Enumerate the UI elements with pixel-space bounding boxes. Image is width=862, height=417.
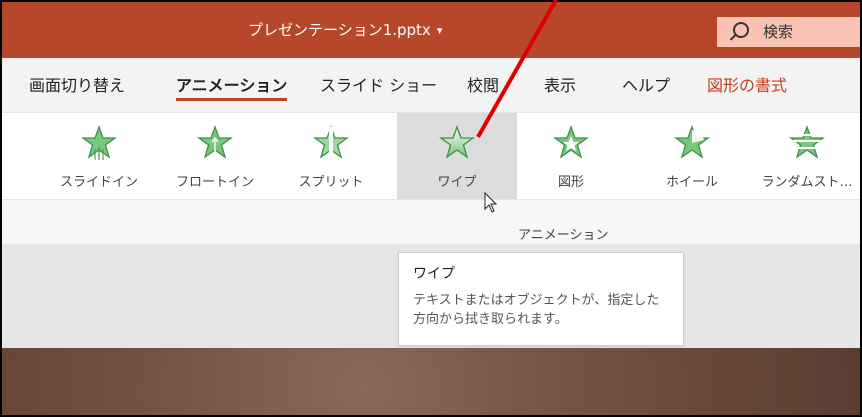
animation-split-label: スプリット bbox=[298, 175, 364, 190]
star-wipe-icon bbox=[439, 125, 475, 161]
animation-wipe[interactable]: ワイプ bbox=[397, 113, 517, 199]
animation-group-label: アニメーション bbox=[518, 228, 609, 243]
animation-wipe-label: ワイプ bbox=[437, 175, 477, 190]
tab-animations-label: アニメーション bbox=[176, 76, 288, 95]
slide-canvas[interactable] bbox=[2, 348, 860, 415]
tooltip-description: テキストまたはオブジェクトが、指定した方向から拭き取られます。 bbox=[413, 293, 660, 327]
document-title[interactable]: プレゼンテーション1.pptx ▾ bbox=[248, 19, 442, 40]
animation-random-bars[interactable]: ランダムスト… bbox=[754, 113, 860, 199]
tooltip: ワイプ テキストまたはオブジェクトが、指定した方向から拭き取られます。 bbox=[398, 252, 684, 346]
star-wheel-icon bbox=[674, 125, 710, 161]
chevron-down-icon[interactable]: ▾ bbox=[437, 24, 443, 37]
animation-wheel-label: ホイール bbox=[665, 175, 718, 190]
animation-float-in-label: フロートイン bbox=[175, 175, 254, 190]
animation-wheel[interactable]: ホイール bbox=[639, 113, 745, 199]
active-tab-indicator bbox=[176, 98, 288, 101]
animation-shape-label: 図形 bbox=[557, 175, 584, 190]
animation-random-bars-label: ランダムスト… bbox=[761, 175, 853, 190]
star-split-icon bbox=[313, 125, 349, 161]
animation-split[interactable]: スプリット bbox=[278, 113, 384, 199]
ribbon-group-footer: アニメーション bbox=[2, 199, 860, 244]
tab-help[interactable]: ヘルプ bbox=[622, 72, 670, 96]
powerpoint-window: プレゼンテーション1.pptx ▾ 検索 画面切り替え アニメーション スライド … bbox=[0, 0, 862, 417]
tooltip-title: ワイプ bbox=[413, 266, 455, 282]
search-icon bbox=[733, 22, 749, 38]
star-random-bars-icon bbox=[789, 125, 825, 161]
title-bar: プレゼンテーション1.pptx ▾ 検索 bbox=[2, 2, 860, 58]
tab-animations[interactable]: アニメーション bbox=[176, 72, 288, 101]
ribbon-tab-bar: 画面切り替え アニメーション スライド ショー 校閲 表示 ヘルプ 図形の書式 bbox=[2, 58, 860, 112]
tab-transitions[interactable]: 画面切り替え bbox=[29, 72, 125, 96]
tab-view[interactable]: 表示 bbox=[544, 72, 576, 96]
animation-shape[interactable]: 図形 bbox=[518, 113, 624, 199]
animation-ribbon: スライドイン フロートイン スプリット ワイプ 図形 ホイール ランダムスト… … bbox=[2, 112, 860, 244]
animation-fly-in[interactable]: スライドイン bbox=[46, 113, 152, 199]
star-fly-in-icon bbox=[81, 125, 117, 161]
tab-slideshow[interactable]: スライド ショー bbox=[320, 72, 437, 96]
animation-fly-in-label: スライドイン bbox=[59, 175, 138, 190]
document-title-text: プレゼンテーション1.pptx bbox=[248, 21, 431, 39]
star-float-in-icon bbox=[197, 125, 233, 161]
tab-review[interactable]: 校閲 bbox=[467, 72, 499, 96]
search-box[interactable]: 検索 bbox=[717, 17, 860, 47]
star-shape-icon bbox=[553, 125, 589, 161]
animation-float-in[interactable]: フロートイン bbox=[162, 113, 268, 199]
search-label: 検索 bbox=[763, 23, 794, 41]
mouse-pointer-icon bbox=[484, 192, 498, 213]
tab-shape-format[interactable]: 図形の書式 bbox=[707, 72, 787, 96]
